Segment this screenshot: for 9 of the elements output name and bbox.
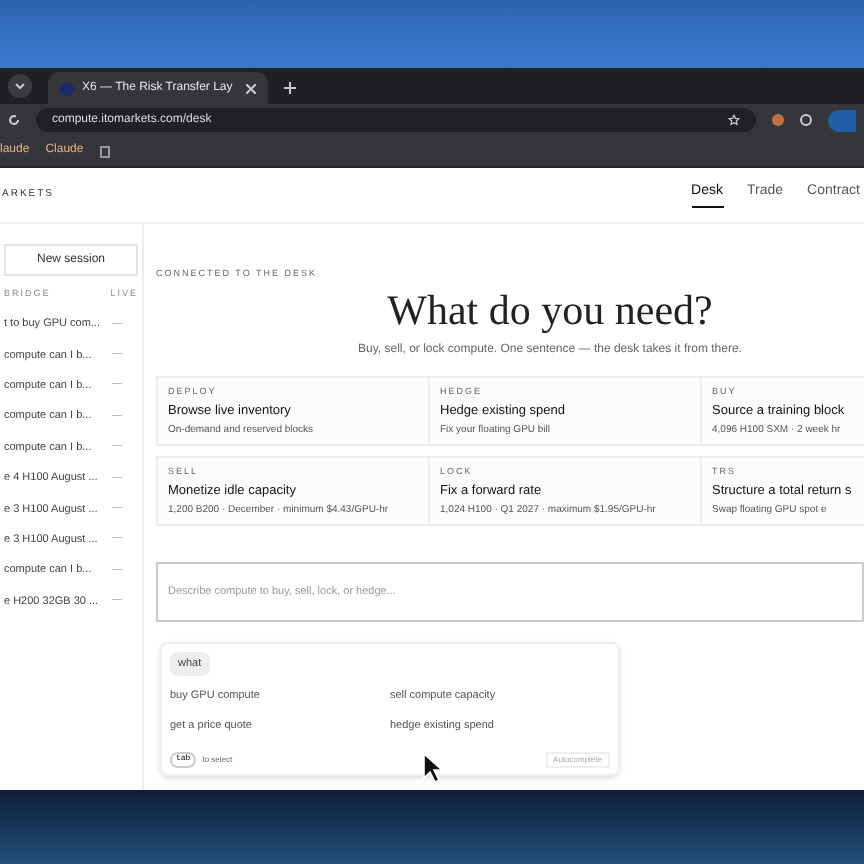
plus-icon[interactable] [284, 82, 296, 94]
cursor-icon [422, 752, 446, 784]
star-icon[interactable] [728, 114, 740, 126]
close-icon[interactable] [246, 83, 256, 93]
favicon-icon [60, 81, 74, 95]
chevron-icon[interactable] [8, 74, 32, 98]
reload-icon[interactable] [8, 114, 20, 126]
page-title: What do you need? [385, 289, 715, 332]
extension-icon[interactable] [772, 114, 784, 126]
